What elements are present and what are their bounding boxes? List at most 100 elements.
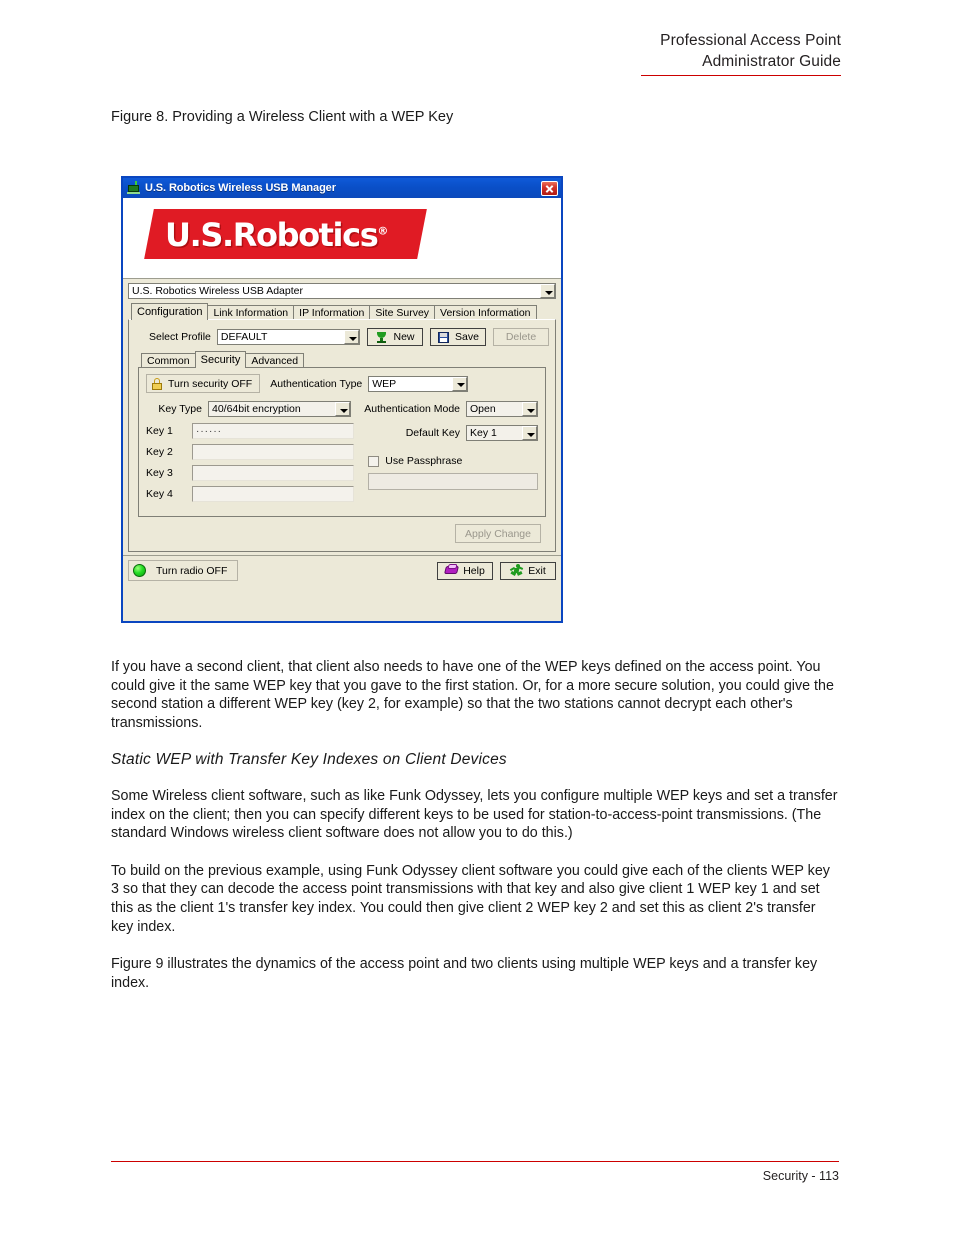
default-key-select[interactable]: Key 1 — [466, 425, 538, 441]
section-heading: Static WEP with Transfer Key Indexes on … — [111, 751, 507, 769]
floppy-disk-icon — [437, 331, 450, 344]
adapter-select-value: U.S. Robotics Wireless USB Adapter — [132, 285, 303, 297]
chevron-down-icon[interactable] — [522, 426, 537, 440]
key-type-select[interactable]: 40/64bit encryption — [208, 401, 351, 417]
tab-version-information[interactable]: Version Information — [434, 305, 537, 320]
new-profile-label: New — [393, 331, 415, 343]
tab-security[interactable]: Security — [194, 351, 247, 368]
tab-advanced[interactable]: Advanced — [245, 353, 305, 368]
use-passphrase-label: Use Passphrase — [385, 455, 463, 467]
turn-security-off-button[interactable]: Turn security OFF — [146, 374, 261, 393]
key-1-input[interactable]: ······ — [192, 423, 355, 439]
us-robotics-wireless-usb-manager-window: U.S. Robotics Wireless USB Manager U.S.R… — [121, 176, 563, 623]
trophy-icon — [375, 331, 388, 344]
us-robotics-logo: U.S.Robotics® — [165, 216, 438, 254]
page-header: Professional Access Point Administrator … — [641, 30, 841, 76]
authentication-mode-row: Authentication Mode Open — [364, 401, 538, 417]
window-titlebar: U.S. Robotics Wireless USB Manager — [123, 178, 561, 198]
auth-column: Authentication Mode Open Default Key Key… — [354, 401, 538, 507]
chevron-down-icon[interactable] — [335, 402, 350, 416]
wireless-device-icon — [127, 181, 141, 195]
use-passphrase-checkbox[interactable] — [368, 455, 380, 467]
key-1-row: Key 1 ······ — [146, 423, 355, 439]
authentication-mode-select[interactable]: Open — [466, 401, 538, 417]
green-led-icon — [133, 564, 146, 577]
body-text: If you have a second client, that client… — [111, 658, 839, 1011]
chevron-down-icon[interactable] — [540, 284, 555, 298]
tab-common[interactable]: Common — [141, 353, 196, 368]
key-3-row: Key 3 — [146, 465, 355, 481]
chevron-down-icon[interactable] — [344, 330, 359, 344]
save-profile-label: Save — [455, 331, 479, 343]
close-icon[interactable] — [541, 180, 558, 196]
key-type-label: Key Type — [158, 403, 202, 415]
tab-site-survey[interactable]: Site Survey — [369, 305, 436, 320]
turn-radio-off-label: Turn radio OFF — [156, 564, 228, 577]
adapter-select[interactable]: U.S. Robotics Wireless USB Adapter — [128, 283, 556, 299]
key-column: Key Type 40/64bit encryption Key 1 ·····… — [146, 401, 355, 507]
tab-configuration[interactable]: Configuration — [131, 303, 209, 320]
tab-ip-information[interactable]: IP Information — [293, 305, 371, 320]
profile-select[interactable]: DEFAULT — [216, 329, 360, 345]
footer-rule — [111, 1161, 839, 1162]
window-title: U.S. Robotics Wireless USB Manager — [145, 182, 336, 194]
key-4-label: Key 4 — [146, 488, 173, 500]
security-panel: Turn security OFF Authentication Type WE… — [138, 367, 546, 517]
exit-button[interactable]: Exit — [500, 561, 556, 580]
save-profile-button[interactable]: Save — [430, 328, 486, 346]
authentication-type-select[interactable]: WEP — [368, 375, 469, 392]
default-key-row: Default Key Key 1 — [364, 425, 538, 441]
authentication-mode-value: Open — [470, 403, 496, 415]
delete-profile-label: Delete — [505, 331, 537, 343]
authentication-mode-label: Authentication Mode — [364, 403, 460, 415]
help-label: Help — [463, 564, 485, 577]
chevron-down-icon[interactable] — [522, 402, 537, 416]
passphrase-input[interactable] — [368, 473, 538, 490]
window-bottom-bar: Turn radio OFF Help Exit — [123, 555, 561, 585]
key-2-row: Key 2 — [146, 444, 355, 460]
authentication-type-value: WEP — [372, 377, 397, 390]
use-passphrase-row[interactable]: Use Passphrase — [368, 455, 538, 467]
paragraph-4: Figure 9 illustrates the dynamics of the… — [111, 956, 818, 991]
new-profile-button[interactable]: New — [367, 328, 423, 346]
key-3-input[interactable] — [192, 465, 355, 481]
profile-row: Select Profile DEFAULT New Save Delete — [135, 328, 549, 346]
exit-label: Exit — [528, 564, 546, 577]
key-type-row: Key Type 40/64bit encryption — [146, 401, 354, 417]
key-3-label: Key 3 — [146, 467, 173, 479]
logo-wordmark: U.S.Robotics — [165, 216, 379, 254]
key-2-label: Key 2 — [146, 446, 173, 458]
registered-trademark-icon: ® — [377, 224, 389, 238]
paragraph-1: If you have a second client, that client… — [111, 659, 834, 731]
padlock-icon — [151, 377, 162, 390]
configuration-panel: Select Profile DEFAULT New Save Delete C… — [128, 319, 556, 552]
figure-caption: Figure 8. Providing a Wireless Client wi… — [111, 109, 454, 125]
page-footer: Security - 113 — [111, 1161, 839, 1183]
tab-link-information[interactable]: Link Information — [207, 305, 295, 320]
profile-select-value: DEFAULT — [220, 331, 268, 343]
help-button[interactable]: Help — [437, 561, 493, 580]
header-line-1: Professional Access Point — [660, 32, 841, 49]
key-2-input[interactable] — [192, 444, 355, 460]
adapter-row: U.S. Robotics Wireless USB Adapter — [123, 279, 561, 301]
header-line-2: Administrator Guide — [702, 53, 841, 70]
security-columns: Key Type 40/64bit encryption Key 1 ·····… — [146, 401, 538, 507]
chevron-down-icon[interactable] — [452, 376, 468, 391]
footer-text: Security - 113 — [762, 1169, 839, 1183]
turn-radio-off-button[interactable]: Turn radio OFF — [128, 560, 239, 581]
key-4-input[interactable] — [192, 486, 355, 502]
header-rule — [641, 75, 841, 76]
apply-row: Apply Change — [135, 518, 549, 547]
security-header-row: Turn security OFF Authentication Type WE… — [146, 374, 538, 393]
apply-change-button: Apply Change — [455, 524, 541, 543]
paragraph-3: To build on the previous example, using … — [111, 862, 830, 935]
help-book-icon — [444, 564, 460, 577]
select-profile-label: Select Profile — [149, 331, 211, 343]
default-key-value: Key 1 — [470, 427, 497, 439]
delete-profile-button: Delete — [493, 328, 549, 346]
authentication-type-label: Authentication Type — [270, 377, 363, 390]
settings-tabstrip: Common Security Advanced — [135, 351, 549, 368]
key-4-row: Key 4 — [146, 486, 355, 502]
main-tabstrip: Configuration Link Information IP Inform… — [123, 303, 561, 320]
running-person-icon — [510, 564, 524, 577]
